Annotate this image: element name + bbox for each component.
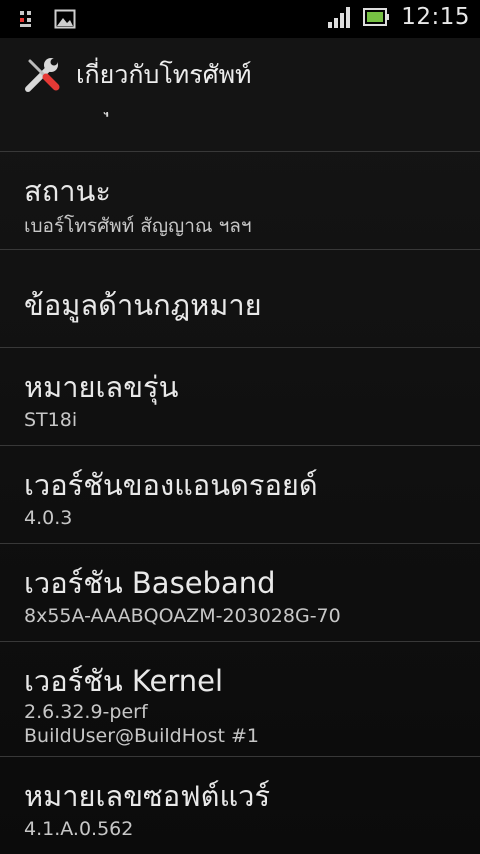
- page-title: เกี่ยวกับโทรศัพท์: [76, 60, 252, 89]
- item-title: ข้อมูลด้านกฎหมาย: [24, 288, 262, 322]
- list-item-android-version[interactable]: เวอร์ชันของแอนดรอยด์ 4.0.3: [0, 446, 480, 543]
- list-item-status[interactable]: สถานะ เบอร์โทรศัพท์ สัญญาณ ฯลฯ: [0, 152, 480, 249]
- list-item-build-number[interactable]: หมายเลขซอฟต์แวร์ 4.1.A.0.562: [0, 757, 480, 854]
- list-item-model-number: หมายเลขรุ่น ST18i: [0, 348, 480, 445]
- item-summary: 4.1.A.0.562: [24, 818, 134, 840]
- list-item-legal-info[interactable]: ข้อมูลด้านกฎหมาย: [0, 250, 480, 347]
- item-summary: เบอร์โทรศัพท์ สัญญาณ ฯลฯ: [24, 215, 252, 237]
- battery-icon: [363, 8, 390, 26]
- list-item-baseband-version: เวอร์ชัน Baseband 8x55A-AAABQOAZM-203028…: [0, 544, 480, 641]
- tools-icon[interactable]: [22, 55, 62, 95]
- usb-debug-icon: [20, 11, 31, 27]
- signal-icon: [328, 7, 351, 28]
- item-summary: 2.6.32.9-perf BuildUser@BuildHost #1: [24, 701, 260, 747]
- item-summary: ST18i: [24, 409, 78, 431]
- item-title: เวอร์ชัน Baseband: [24, 566, 276, 600]
- settings-list[interactable]: ปรับปรุงระบบ สถานะ เบอร์โทรศัพท์ สัญญาณ …: [0, 112, 480, 854]
- item-title: หมายเลขซอฟต์แวร์: [24, 779, 271, 813]
- item-title: เวอร์ชัน Kernel: [24, 664, 224, 698]
- status-bar: 12:15: [0, 0, 480, 38]
- item-summary: 4.0.3: [24, 507, 73, 529]
- item-title: สถานะ: [24, 174, 111, 208]
- action-bar: เกี่ยวกับโทรศัพท์: [0, 38, 480, 113]
- item-summary: 8x55A-AAABQOAZM-203028G-70: [24, 605, 341, 627]
- image-icon: [54, 9, 76, 29]
- item-title: เวอร์ชันของแอนดรอยด์: [24, 468, 318, 502]
- partial-list-item[interactable]: ปรับปรุงระบบ: [24, 112, 193, 122]
- item-title: หมายเลขรุ่น: [24, 370, 179, 404]
- list-item-kernel-version: เวอร์ชัน Kernel 2.6.32.9-perf BuildUser@…: [0, 642, 480, 756]
- clock: 12:15: [401, 4, 470, 30]
